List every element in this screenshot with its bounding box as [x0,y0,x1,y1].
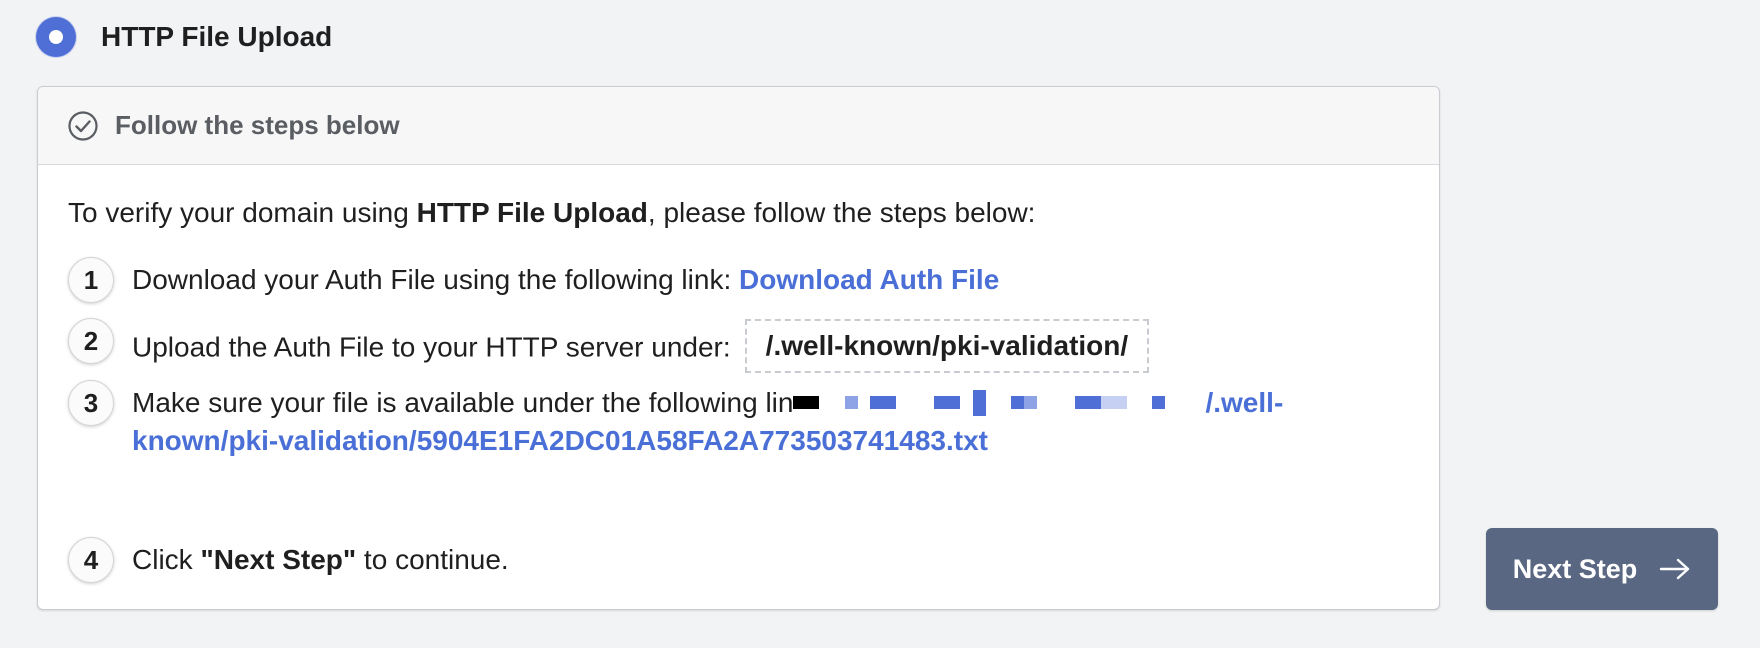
step-text: Upload the Auth File to your HTTP server… [132,318,1150,376]
option-label: HTTP File Upload [101,21,333,52]
step-number-badge: 1 [68,257,114,303]
step-number-badge: 4 [68,537,114,583]
card-header: Follow the steps below [38,87,1439,165]
arrow-right-icon [1660,558,1690,580]
verification-option-http[interactable]: HTTP File Upload [36,16,332,58]
step-text: Make sure your file is available under t… [132,380,1357,460]
step-4-bold: "Next Step" [200,544,357,575]
steps-card: Follow the steps below To verify your do… [37,86,1440,610]
server-path-box[interactable]: /.well-known/pki-validation/ [744,319,1150,373]
step-4-prefix: Click [132,544,201,575]
intro-bold: HTTP File Upload [416,197,648,228]
step-2: 2 Upload the Auth File to your HTTP serv… [68,318,1150,376]
step-3: 3 Make sure your file is available under… [68,380,1357,460]
radio-dot [49,30,63,44]
step-2-text: Upload the Auth File to your HTTP server… [132,331,731,363]
page: HTTP File Upload Follow the steps below … [0,0,1760,648]
card-header-title: Follow the steps below [115,110,400,140]
next-step-button[interactable]: Next Step [1486,528,1718,610]
redacted-domain [793,389,1166,416]
step-number-badge: 3 [68,380,114,426]
radio-selected-icon[interactable] [36,17,76,57]
step-4: 4 Click "Next Step" to continue. [68,537,509,583]
step-text: Click "Next Step" to continue. [132,537,509,579]
download-auth-file-link[interactable]: Download Auth File [739,264,999,295]
intro-prefix: To verify your domain using [68,197,417,228]
step-1-text: Download your Auth File using the follow… [132,264,740,295]
step-4-suffix: to continue. [356,544,509,575]
next-step-label: Next Step [1512,553,1638,584]
check-circle-icon [68,110,98,141]
step-text: Download your Auth File using the follow… [132,257,999,299]
step-3-text: Make sure your file is available under t… [132,387,794,418]
intro-suffix: , please follow the steps below: [647,197,1036,228]
step-1: 1 Download your Auth File using the foll… [68,257,999,303]
intro-text: To verify your domain using HTTP File Up… [68,197,1035,229]
step-number-badge: 2 [68,318,114,364]
